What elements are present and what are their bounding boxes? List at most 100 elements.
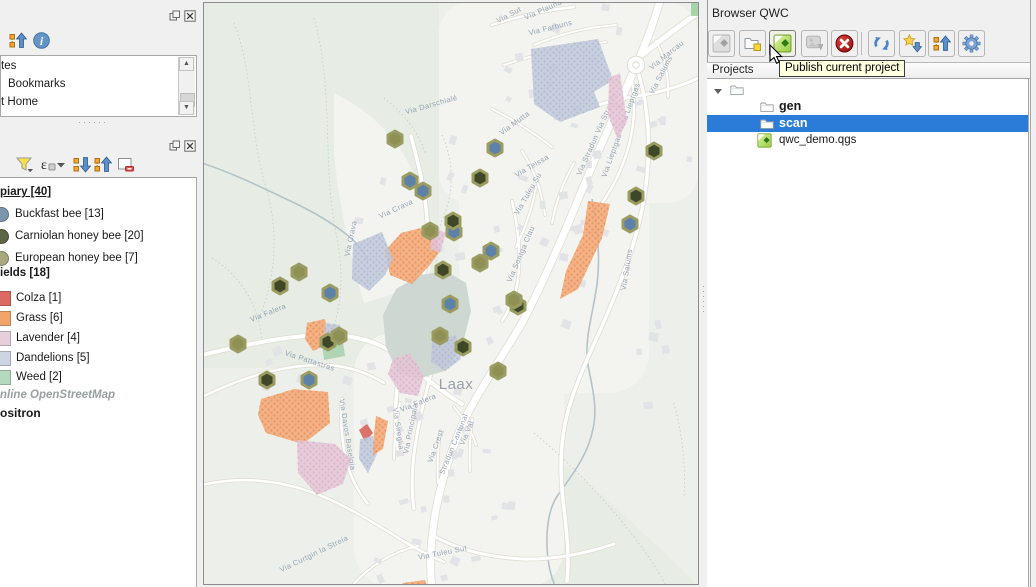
layer-row[interactable]: ositron bbox=[0, 405, 197, 421]
apiary-marker-european[interactable] bbox=[473, 255, 487, 271]
float-panel-icon[interactable] bbox=[169, 139, 181, 151]
apiary-marker-buckfast[interactable] bbox=[484, 243, 498, 259]
qwc-project-tree: gen scan qwc_demo.qgs bbox=[707, 79, 1029, 587]
info-icon[interactable]: i bbox=[32, 31, 51, 50]
refresh-button[interactable] bbox=[868, 30, 895, 57]
layer-row[interactable]: Colza [1] bbox=[0, 290, 197, 306]
collapse-all-button[interactable] bbox=[928, 30, 955, 57]
apiary-marker-carniolan[interactable] bbox=[473, 170, 487, 186]
map-splitter[interactable]: ······ bbox=[700, 0, 707, 587]
layer-label: Grass [6] bbox=[16, 310, 63, 326]
tree-item-label: scan bbox=[779, 115, 808, 132]
apiary-marker-buckfast[interactable] bbox=[323, 285, 337, 301]
browser-list: tesBookmarkst Home ▲ ▼ bbox=[0, 55, 197, 117]
remove-layer-icon[interactable] bbox=[116, 155, 135, 174]
field-polygon-weed_solid bbox=[691, 3, 698, 16]
apiary-marker-carniolan[interactable] bbox=[436, 262, 450, 278]
apiary-marker-buckfast[interactable] bbox=[443, 296, 457, 312]
town-label: Laax bbox=[439, 376, 474, 393]
layer-symbol bbox=[0, 291, 11, 306]
apiary-marker-carniolan[interactable] bbox=[456, 339, 470, 355]
layer-label: ields [18] bbox=[0, 265, 50, 281]
layer-row[interactable]: nline OpenStreetMap bbox=[0, 387, 197, 403]
new-folder-button[interactable] bbox=[739, 30, 766, 57]
layer-label: Buckfast bee [13] bbox=[15, 206, 104, 222]
browser-list-item[interactable]: tes bbox=[1, 58, 16, 75]
mouse-cursor bbox=[768, 44, 786, 71]
expand-all-icon[interactable] bbox=[72, 155, 91, 174]
map-svg: Via DarschialéVia SutVia PlaunaVia Farbu… bbox=[204, 3, 698, 584]
tree-item-label: qwc_demo.qgs bbox=[779, 132, 856, 149]
layer-symbol bbox=[0, 331, 11, 346]
project-icon bbox=[757, 133, 772, 154]
layer-symbol bbox=[0, 370, 11, 385]
apiary-marker-european[interactable] bbox=[388, 131, 402, 147]
apiary-marker-european[interactable] bbox=[231, 336, 245, 352]
tree-item-scan[interactable]: scan bbox=[707, 115, 1028, 132]
layer-label: Weed [2] bbox=[16, 369, 62, 385]
qwc-panel-title: Browser QWC bbox=[712, 6, 789, 20]
filter-icon[interactable] bbox=[15, 155, 34, 174]
scroll-down-icon[interactable]: ▼ bbox=[179, 101, 194, 115]
browser-list-item[interactable]: t Home bbox=[1, 94, 38, 111]
layer-row[interactable]: European honey bee [7] bbox=[0, 250, 197, 266]
layer-row[interactable]: piary [40] bbox=[0, 184, 197, 200]
collapse-all-icon[interactable] bbox=[8, 31, 27, 50]
apiary-marker-buckfast[interactable] bbox=[623, 216, 637, 232]
scroll-up-icon[interactable]: ▲ bbox=[179, 57, 194, 71]
apiary-marker-european[interactable] bbox=[491, 363, 505, 379]
apiary-marker-buckfast[interactable] bbox=[488, 140, 502, 156]
browser-list-item[interactable]: Bookmarks bbox=[8, 76, 66, 93]
apiary-marker-european[interactable] bbox=[433, 328, 447, 344]
layer-row[interactable]: Grass [6] bbox=[0, 310, 197, 326]
layer-label: Colza [1] bbox=[16, 290, 61, 306]
layer-symbol bbox=[0, 251, 9, 266]
apiary-marker-european[interactable] bbox=[332, 328, 346, 344]
layer-label: Dandelions [5] bbox=[16, 350, 90, 366]
settings-button[interactable] bbox=[958, 30, 985, 57]
delete-button[interactable] bbox=[831, 30, 858, 57]
layer-label: ositron bbox=[0, 405, 41, 421]
layer-row[interactable]: ields [18] bbox=[0, 265, 197, 281]
apiary-marker-carniolan[interactable] bbox=[260, 372, 274, 388]
layer-symbol bbox=[0, 229, 9, 244]
tree-item-label: gen bbox=[779, 98, 801, 115]
layer-row[interactable]: Dandelions [5] bbox=[0, 350, 197, 366]
apiary-marker-carniolan[interactable] bbox=[446, 213, 460, 229]
tree-item-root[interactable] bbox=[707, 81, 1028, 98]
layer-row[interactable]: Weed [2] bbox=[0, 369, 197, 385]
download-star-button[interactable] bbox=[899, 30, 926, 57]
apiary-marker-european[interactable] bbox=[423, 223, 437, 239]
close-panel-icon[interactable] bbox=[184, 139, 196, 151]
close-panel-icon[interactable] bbox=[184, 9, 196, 21]
layer-label: Carniolan honey bee [20] bbox=[15, 228, 144, 244]
layer-label: Lavender [4] bbox=[16, 330, 80, 346]
upload-disabled-button bbox=[801, 30, 828, 57]
apiary-marker-buckfast[interactable] bbox=[302, 372, 316, 388]
window-edge bbox=[1030, 0, 1036, 587]
apiary-marker-european[interactable] bbox=[292, 264, 306, 280]
map-canvas[interactable]: Via DarschialéVia SutVia PlaunaVia Farbu… bbox=[203, 2, 699, 585]
tree-item-gen[interactable]: gen bbox=[707, 98, 1028, 115]
svg-text:ε: ε bbox=[41, 158, 47, 173]
layer-row[interactable]: Buckfast bee [13] bbox=[0, 206, 197, 222]
panel-splitter[interactable]: ······ bbox=[78, 119, 108, 125]
apiary-marker-carniolan[interactable] bbox=[647, 143, 661, 159]
layers-tree: piary [40] Buckfast bee [13] Carniolan hon… bbox=[0, 177, 197, 587]
collapse-all-icon[interactable] bbox=[93, 155, 112, 174]
apiary-marker-carniolan[interactable] bbox=[273, 278, 287, 294]
apiary-marker-european[interactable] bbox=[507, 292, 521, 308]
browser-scrollbar[interactable]: ▲ ▼ bbox=[178, 57, 195, 115]
tree-item-qwc_demo.qgs[interactable]: qwc_demo.qgs bbox=[707, 132, 1028, 149]
publish-disabled-button bbox=[708, 30, 735, 57]
apiary-marker-buckfast[interactable] bbox=[416, 183, 430, 199]
layer-row[interactable]: Lavender [4] bbox=[0, 330, 197, 346]
toolbar-separator bbox=[861, 32, 862, 55]
float-panel-icon[interactable] bbox=[169, 9, 181, 21]
layer-symbol bbox=[0, 351, 11, 366]
apiary-marker-carniolan[interactable] bbox=[629, 188, 643, 204]
tooltip: Publish current project bbox=[779, 60, 905, 77]
layer-row[interactable]: Carniolan honey bee [20] bbox=[0, 228, 197, 244]
layer-label: nline OpenStreetMap bbox=[0, 387, 115, 403]
layer-label: piary [40] bbox=[0, 184, 51, 200]
